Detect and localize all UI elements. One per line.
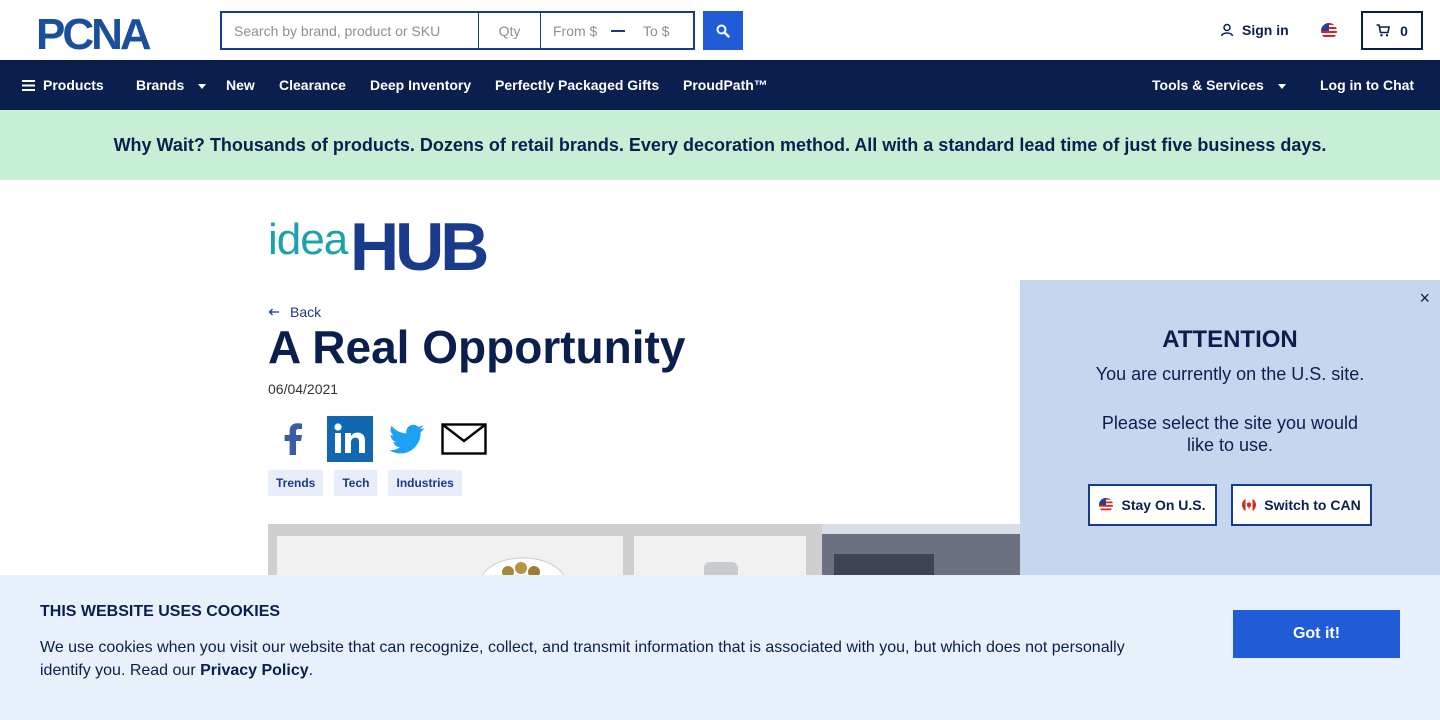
article-tags: Trends Tech Industries bbox=[268, 470, 462, 496]
accept-cookies-button[interactable]: Got it! bbox=[1233, 610, 1400, 658]
menu-icon bbox=[22, 79, 35, 91]
back-link[interactable]: Back bbox=[268, 304, 321, 320]
tag-tech[interactable]: Tech bbox=[334, 470, 378, 496]
nav-clearance-label: Clearance bbox=[279, 77, 346, 93]
twitter-share[interactable] bbox=[384, 416, 430, 462]
search-bar bbox=[220, 11, 695, 50]
sign-in-label: Sign in bbox=[1242, 22, 1289, 38]
nav-chat-label: Log in to Chat bbox=[1320, 77, 1415, 93]
nav-products-label: Products bbox=[43, 77, 104, 93]
article-date: 06/04/2021 bbox=[268, 381, 339, 397]
nav-gifts[interactable]: Perfectly Packaged Gifts bbox=[495, 77, 659, 93]
canada-flag-icon bbox=[1242, 498, 1257, 512]
price-from-input[interactable] bbox=[541, 13, 611, 48]
main-nav: Products Brands New Clearance Deep Inven… bbox=[0, 60, 1440, 110]
nav-chat-login[interactable]: Log in to Chat bbox=[1320, 77, 1414, 93]
nav-proudpath-label: ProudPath™ bbox=[683, 77, 768, 93]
cookie-text-end: . bbox=[308, 662, 314, 679]
nav-new[interactable]: New bbox=[226, 77, 255, 93]
tag-industries[interactable]: Industries bbox=[388, 470, 462, 496]
price-to-input[interactable] bbox=[631, 13, 691, 48]
pcna-logo[interactable]: PCNA bbox=[36, 12, 186, 52]
sign-in-link[interactable]: Sign in bbox=[1220, 22, 1289, 38]
nav-deep-inventory[interactable]: Deep Inventory bbox=[370, 77, 471, 93]
search-icon bbox=[716, 24, 730, 38]
modal-current-site: You are currently on the U.S. site. bbox=[1095, 364, 1365, 384]
ideahub-logo: idea HUB bbox=[268, 212, 491, 276]
nav-brands-label: Brands bbox=[136, 77, 185, 93]
switch-can-button[interactable]: Switch to CAN bbox=[1231, 484, 1372, 526]
arrow-left-icon bbox=[268, 308, 279, 316]
nav-tools-services[interactable]: Tools & Services bbox=[1152, 77, 1286, 93]
cart-icon bbox=[1376, 24, 1391, 37]
quantity-input[interactable] bbox=[479, 13, 541, 48]
facebook-share[interactable] bbox=[270, 416, 316, 462]
region-select-modal: × ATTENTION You are currently on the U.S… bbox=[1020, 280, 1440, 580]
article-title: A Real Opportunity bbox=[268, 321, 686, 373]
promo-text: Why Wait? Thousands of products. Dozens … bbox=[113, 134, 1327, 155]
twitter-icon bbox=[389, 424, 424, 454]
logo-text: PCNA bbox=[36, 12, 151, 52]
stay-us-label: Stay On U.S. bbox=[1121, 497, 1206, 513]
search-button[interactable] bbox=[703, 11, 743, 50]
user-icon bbox=[1220, 23, 1234, 37]
ideahub-bold-text: HUB bbox=[350, 212, 487, 276]
stay-us-button[interactable]: Stay On U.S. bbox=[1088, 484, 1217, 526]
linkedin-icon bbox=[334, 423, 365, 453]
nav-proudpath[interactable]: ProudPath™ bbox=[683, 77, 768, 93]
us-flag-icon[interactable] bbox=[1321, 23, 1337, 39]
top-header: PCNA Sign in 0 bbox=[0, 0, 1440, 60]
close-icon[interactable]: × bbox=[1419, 288, 1430, 309]
promo-banner: Why Wait? Thousands of products. Dozens … bbox=[0, 110, 1440, 180]
cart-button[interactable]: 0 bbox=[1361, 11, 1423, 50]
chevron-down-icon bbox=[198, 83, 207, 89]
switch-can-label: Switch to CAN bbox=[1264, 497, 1361, 513]
mail-icon bbox=[441, 423, 487, 455]
ideahub-light-text: idea bbox=[268, 215, 349, 264]
email-share[interactable] bbox=[441, 416, 487, 462]
nav-tools-label: Tools & Services bbox=[1152, 77, 1264, 93]
search-input[interactable] bbox=[222, 13, 479, 48]
modal-instructions: Please select the site you would like to… bbox=[1101, 413, 1359, 455]
nav-clearance[interactable]: Clearance bbox=[279, 77, 346, 93]
privacy-policy-link[interactable]: Privacy Policy bbox=[200, 662, 309, 679]
cookie-banner: THIS WEBSITE USES COOKIES We use cookies… bbox=[0, 575, 1440, 720]
tag-trends[interactable]: Trends bbox=[268, 470, 324, 496]
nav-gifts-label: Perfectly Packaged Gifts bbox=[495, 77, 660, 93]
chevron-down-icon bbox=[1277, 83, 1286, 89]
linkedin-share[interactable] bbox=[327, 416, 373, 462]
cookie-text-block: We use cookies when you visit our websit… bbox=[40, 636, 1160, 682]
us-flag-icon bbox=[1099, 498, 1114, 512]
facebook-icon bbox=[284, 423, 302, 455]
cart-count: 0 bbox=[1400, 22, 1408, 39]
back-label: Back bbox=[290, 304, 322, 320]
nav-brands[interactable]: Brands bbox=[136, 77, 207, 93]
nav-products[interactable]: Products bbox=[22, 77, 104, 93]
modal-title: ATTENTION bbox=[1162, 326, 1298, 353]
nav-new-label: New bbox=[226, 77, 255, 93]
cookie-title: THIS WEBSITE USES COOKIES bbox=[40, 603, 281, 620]
price-range-dash bbox=[611, 29, 625, 32]
nav-deep-inventory-label: Deep Inventory bbox=[370, 77, 472, 93]
